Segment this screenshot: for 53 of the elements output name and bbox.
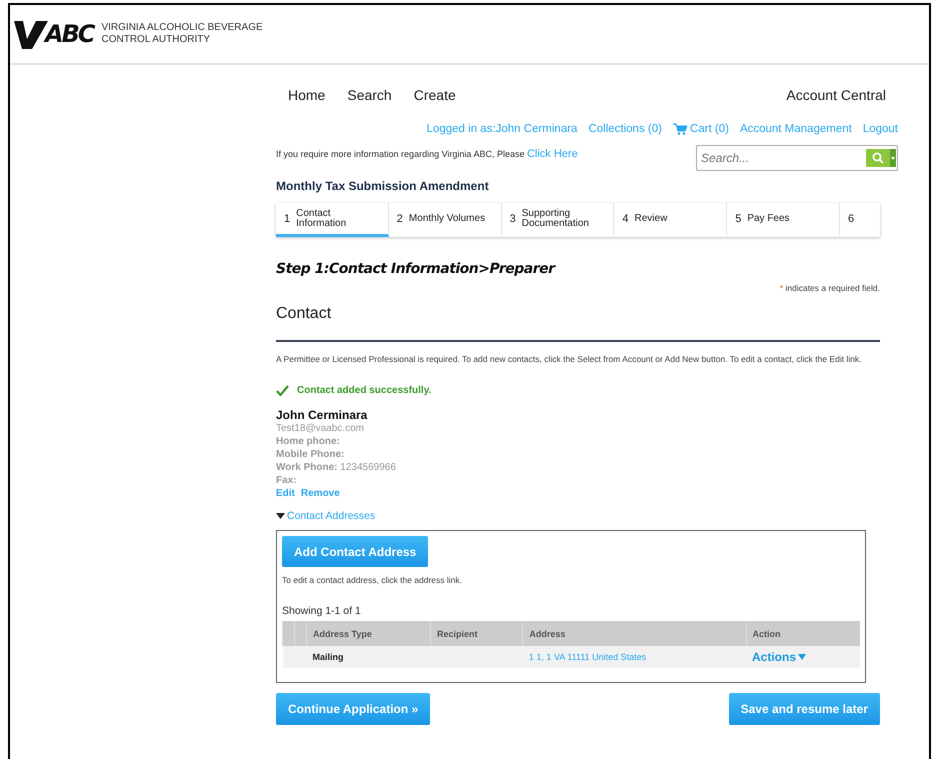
- step-heading: Step 1:Contact Information>Preparer: [276, 261, 557, 277]
- nav-link[interactable]: Create: [414, 87, 456, 103]
- cart-icon: [672, 123, 687, 135]
- checkmark-icon: [276, 385, 289, 396]
- column-header: Address Type: [306, 621, 431, 646]
- logo-text: ABC: [45, 20, 94, 48]
- nav-link[interactable]: Account Central: [786, 87, 886, 103]
- required-note: * indicates a required field.: [778, 283, 880, 293]
- account-link[interactable]: Collections (0): [588, 123, 662, 135]
- step-tab[interactable]: 4 Review: [614, 203, 728, 237]
- account-link[interactable]: Logout: [862, 123, 898, 135]
- contact-field: Fax:: [276, 474, 880, 487]
- continue-application-button[interactable]: Continue Application »: [276, 693, 430, 725]
- column-header: Recipient: [430, 621, 523, 646]
- search-icon: [872, 152, 884, 164]
- contact-field: Work Phone: 1234569966: [276, 461, 880, 474]
- info-text: If you require more information regarding Virginia ABC, Please Click Here: [276, 148, 578, 160]
- contact-link[interactable]: Remove: [300, 487, 340, 500]
- cart-link[interactable]: Cart (0): [672, 123, 729, 135]
- column-header: Address: [522, 621, 746, 646]
- account-link[interactable]: Account Management: [740, 123, 852, 135]
- click-here-link[interactable]: Click Here: [526, 148, 578, 160]
- caret-icon: [798, 654, 806, 660]
- organization-name: CONTROL AUTHORITY: [101, 34, 212, 46]
- search-field[interactable]: Search...: [696, 145, 898, 171]
- contact-addresses-toggle[interactable]: Contact Addresses: [276, 510, 880, 522]
- table-cell: Mailing: [306, 646, 431, 668]
- column-header: Action: [746, 621, 860, 646]
- contact-name: John Cerminara: [276, 408, 368, 422]
- contact-email: Test18@vaabc.com: [276, 422, 365, 435]
- step-tab[interactable]: 2 Monthly Volumes: [388, 203, 502, 237]
- step-tab[interactable]: 6: [840, 203, 880, 237]
- organization-name: VIRGINIA ALCOHOLIC BEVERAGE: [101, 22, 263, 34]
- search-dropdown-button[interactable]: [890, 149, 896, 167]
- section-title: Contact: [276, 305, 332, 323]
- nav-link[interactable]: Search: [347, 87, 392, 103]
- success-message: Contact added successfully.: [297, 385, 432, 396]
- caret-icon: [891, 156, 895, 160]
- showing-count: Showing 1-1 of 1: [282, 605, 362, 617]
- contact-field: Home phone:: [276, 435, 880, 448]
- caret-icon: [276, 513, 285, 519]
- hint-text: To edit a contact address, click the address link.: [282, 575, 464, 585]
- contact-link[interactable]: Edit: [276, 487, 295, 500]
- page-title: Monthly Tax Submission Amendment: [276, 179, 490, 193]
- add-contact-address-button[interactable]: Add Contact Address: [282, 536, 428, 567]
- account-link[interactable]: Logged in as:John Cerminara: [426, 123, 578, 135]
- save-and-resume-later-button[interactable]: Save and resume later: [728, 693, 880, 725]
- contact-field: Mobile Phone:: [276, 448, 880, 461]
- instructions-text: A Permittee or Licensed Professional is required. To add new contacts, click the Select from Account or Add New button. To edit a contact, click the Edit link.: [276, 354, 863, 364]
- logo[interactable]: ABC: [14, 19, 94, 49]
- search-button[interactable]: [866, 149, 890, 167]
- nav-link[interactable]: Home: [288, 87, 326, 103]
- step-tab[interactable]: 5 Pay Fees: [727, 203, 840, 237]
